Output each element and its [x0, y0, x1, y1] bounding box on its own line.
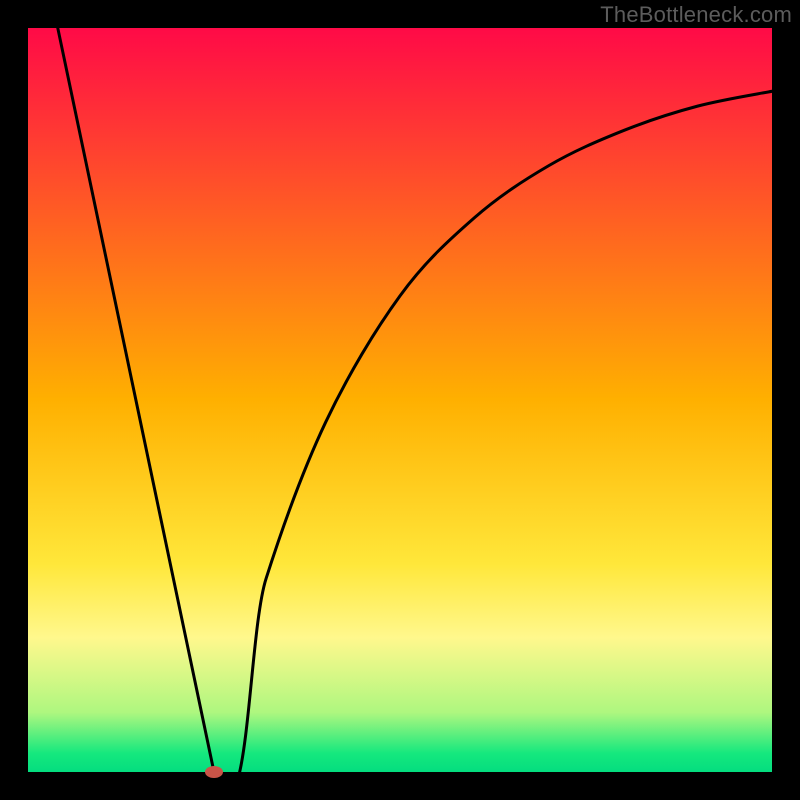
- watermark-label: TheBottleneck.com: [600, 2, 792, 28]
- chart-container: TheBottleneck.com: [0, 0, 800, 800]
- bottleneck-chart: [0, 0, 800, 800]
- optimal-point-marker: [205, 766, 223, 778]
- plot-background: [28, 28, 772, 772]
